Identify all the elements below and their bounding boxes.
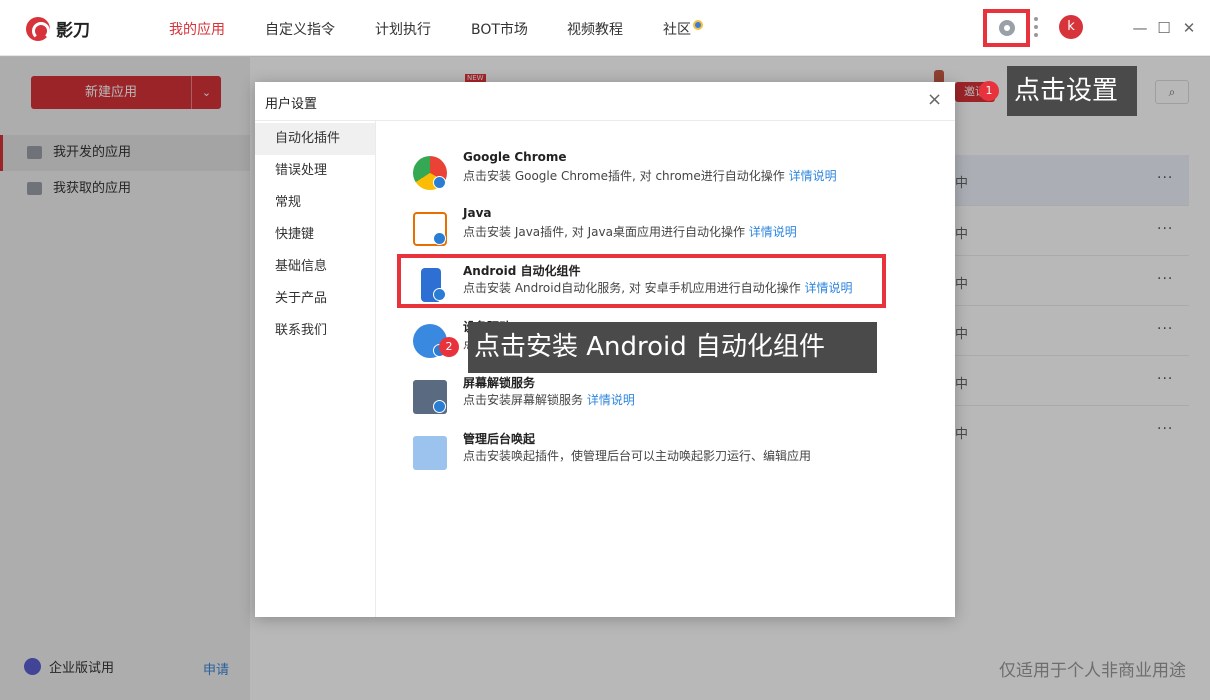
dialog-nav: 自动化插件 错误处理 常规 快捷键 基础信息 关于产品 联系我们 [255,121,376,617]
details-link[interactable]: 详情说明 [587,393,635,407]
dialog-nav-shortcuts[interactable]: 快捷键 [255,219,375,251]
gear-icon[interactable] [998,20,1015,36]
plugin-desc-text: 点击安装屏幕解锁服务 [463,393,584,407]
nav-my-apps[interactable]: 我的应用 [169,19,225,39]
logo-icon [26,16,50,41]
plugin-desc-text: 点击安装 Google Chrome插件, 对 chrome进行自动化操作 [463,169,785,183]
dialog-title: 用户设置 [265,97,318,112]
download-icon [433,176,446,189]
plugin-screen-unlock[interactable]: 屏幕解锁服务 点击安装屏幕解锁服务 详情说明 [413,374,893,418]
more-menu-icon[interactable] [1034,17,1038,37]
plugin-desc: 点击安装 Java插件, 对 Java桌面应用进行自动化操作 详情说明 [463,223,797,240]
plugin-desc-text: 点击安装 Java插件, 对 Java桌面应用进行自动化操作 [463,225,745,239]
settings-highlight [983,9,1030,47]
plugin-google-chrome[interactable]: Google Chrome 点击安装 Google Chrome插件, 对 ch… [413,150,893,194]
dialog-nav-error-handling[interactable]: 错误处理 [255,155,375,187]
nav-bot-market[interactable]: BOT市场 [471,19,528,39]
minimize-button[interactable]: — [1128,16,1152,40]
app-name: 影刀 [56,21,90,41]
plugin-name: 管理后台唤起 [463,432,536,446]
close-icon[interactable]: × [927,89,942,110]
plugin-desc: 点击安装屏幕解锁服务 详情说明 [463,391,635,408]
download-icon [433,400,446,413]
dialog-nav-about[interactable]: 关于产品 [255,283,375,315]
close-window-button[interactable]: ✕ [1177,16,1201,40]
step1-badge: 1 [979,81,999,101]
android-highlight [397,254,886,308]
admin-wakeup-icon [413,436,447,470]
maximize-button[interactable]: ☐ [1152,16,1176,40]
details-link[interactable]: 详情说明 [789,169,837,183]
dialog-nav-basic-info[interactable]: 基础信息 [255,251,375,283]
nav-scheduled-run[interactable]: 计划执行 [375,19,431,39]
title-bar: 影刀 我的应用 自定义指令 计划执行 BOT市场 视频教程 社区 k — ☐ ✕ [0,0,1210,56]
nav-community[interactable]: 社区 [663,19,703,39]
details-link[interactable]: 详情说明 [749,225,797,239]
dialog-nav-automation-plugins[interactable]: 自动化插件 [255,123,375,155]
nav-video-tutorials[interactable]: 视频教程 [567,19,623,39]
plugin-java[interactable]: Java 点击安装 Java插件, 对 Java桌面应用进行自动化操作 详情说明 [413,206,893,250]
app-logo: 影刀 [26,16,90,41]
dialog-header: 用户设置 × [255,82,955,121]
plugin-name: Java [463,206,492,220]
step1-callout: 点击设置 [1007,66,1137,116]
download-icon [433,232,446,245]
dialog-nav-general[interactable]: 常规 [255,187,375,219]
community-badge-icon [693,20,703,30]
nav-community-label: 社区 [663,22,691,38]
plugin-admin-wakeup[interactable]: 管理后台唤起 点击安装唤起插件，使管理后台可以主动唤起影刀运行、编辑应用 [413,430,893,474]
plugin-desc: 点击安装 Google Chrome插件, 对 chrome进行自动化操作 详情… [463,167,837,184]
plugin-name: Google Chrome [463,150,567,164]
avatar[interactable]: k [1059,15,1083,39]
plugin-name: 屏幕解锁服务 [463,376,536,390]
step2-badge: 2 [439,337,459,357]
step2-callout: 点击安装 Android 自动化组件 [468,322,877,373]
plugin-desc: 点击安装唤起插件，使管理后台可以主动唤起影刀运行、编辑应用 [463,449,812,463]
nav-custom-commands[interactable]: 自定义指令 [265,19,335,39]
dialog-nav-contact[interactable]: 联系我们 [255,315,375,347]
